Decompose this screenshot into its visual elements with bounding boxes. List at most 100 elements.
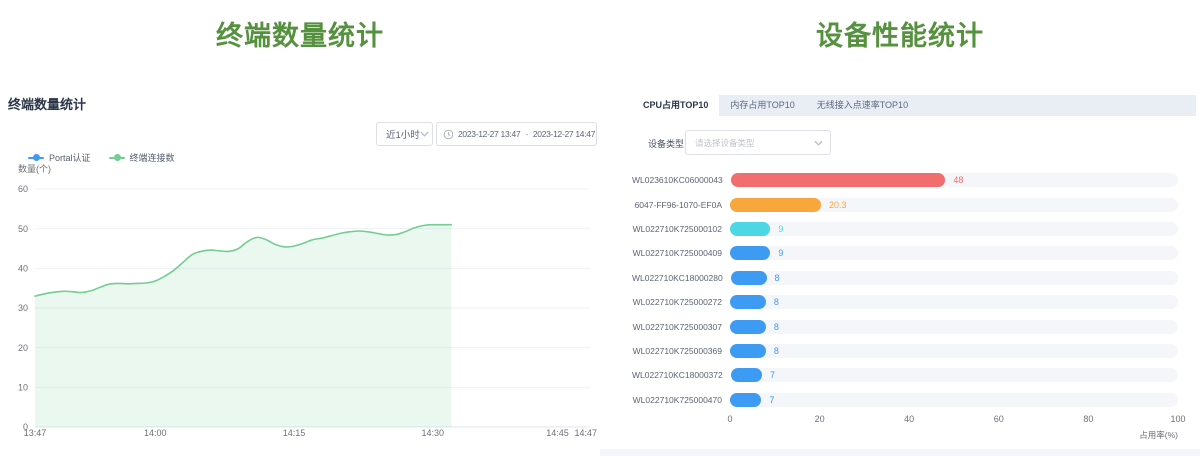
bar-category-label: WL022710K725000102	[632, 224, 730, 234]
chevron-down-icon	[420, 131, 429, 137]
bar-track: 8	[730, 295, 1178, 309]
bar-value-label: 9	[778, 248, 783, 258]
x-tick-label: 13:47	[24, 428, 47, 438]
clock-icon	[443, 129, 454, 140]
bar-row: WL022710K7250003698	[632, 339, 1178, 363]
bottom-strip	[600, 449, 1200, 456]
y-tick-label: 50	[18, 224, 28, 234]
bar-track: 9	[730, 222, 1178, 236]
bar-track: 9	[730, 246, 1178, 260]
terminal-section-title: 终端数量统计	[0, 14, 600, 53]
legend-dot-icon	[114, 154, 121, 161]
y-tick-label: 10	[18, 383, 28, 393]
legend-label: 终端连接数	[130, 151, 175, 164]
x-tick-label: 14:45	[546, 428, 569, 438]
bar-track: 8	[731, 271, 1178, 285]
bar[interactable]	[730, 320, 766, 334]
bar-value-label: 8	[774, 322, 779, 332]
bar-track: 7	[731, 368, 1178, 382]
terminal-stats-section: 终端数量统计 终端数量统计 近1小时 2023-12-27 13:47 - 20…	[0, 0, 600, 456]
bar-track: 48	[731, 173, 1178, 187]
bar-row: WL022710K725000102 9	[632, 217, 1178, 241]
x-tick-label: 60	[994, 414, 1004, 424]
terminal-line-chart: 010203040506013:4714:0014:1514:3014:4514…	[0, 170, 600, 456]
bar-category-label: WL022710K725000272	[632, 297, 730, 307]
bar-row: WL022710K725000470 7	[632, 388, 1178, 412]
date-separator: -	[525, 129, 528, 139]
x-tick-label: 14:47	[574, 428, 597, 438]
tab-cpu-top10[interactable]: CPU占用TOP10	[632, 95, 719, 116]
legend-label: Portal认证	[49, 151, 91, 164]
legend-marker-icon	[28, 157, 44, 159]
bar-value-label: 20.3	[829, 200, 847, 210]
performance-tabs: CPU占用TOP10内存占用TOP10无线接入点速率TOP10	[632, 95, 1196, 116]
bar-track: 8	[730, 344, 1178, 358]
bar-row: WL022710K725000307 8	[632, 314, 1178, 338]
date-start: 2023-12-27 13:47	[458, 129, 520, 139]
y-tick-label: 20	[18, 343, 28, 353]
bar[interactable]	[731, 271, 767, 285]
x-tick-label: 80	[1083, 414, 1093, 424]
bar-value-label: 9	[778, 224, 783, 234]
bar[interactable]	[730, 246, 770, 260]
bar-track: 20.3	[730, 198, 1178, 212]
device-type-select[interactable]: 请选择设备类型	[685, 130, 831, 155]
time-range-value: 近1小时	[386, 127, 420, 141]
bar-value-label: 7	[770, 370, 775, 380]
device-performance-section: 设备性能统计 CPU占用TOP10内存占用TOP10无线接入点速率TOP10 设…	[600, 0, 1200, 456]
x-tick-label: 14:30	[421, 428, 444, 438]
bar[interactable]	[730, 222, 770, 236]
device-type-label: 设备类型	[648, 137, 684, 150]
y-tick-label: 40	[18, 264, 28, 274]
x-tick-label: 100	[1170, 414, 1185, 424]
bar[interactable]	[731, 173, 946, 187]
bar-row: WL022710K725000409 9	[632, 241, 1178, 265]
x-axis-title: 占用率(%)	[600, 429, 1178, 441]
legend-marker-icon	[109, 157, 125, 159]
x-tick-label: 14:00	[144, 428, 167, 438]
date-end: 2023-12-27 14:47	[533, 129, 595, 139]
bar-row: 6047-FF96-1070-EF0A 20.3	[632, 192, 1178, 216]
x-tick-label: 40	[904, 414, 914, 424]
x-tick-label: 0	[727, 414, 732, 424]
series-area	[35, 225, 451, 427]
bar-category-label: WL022710KC18000372	[632, 370, 731, 380]
bar-value-label: 8	[774, 346, 779, 356]
chevron-down-icon	[814, 140, 823, 146]
bar[interactable]	[730, 393, 761, 407]
bar[interactable]	[730, 198, 821, 212]
bar-value-label: 7	[769, 395, 774, 405]
bar-row: WL023610KC06000043 48	[632, 168, 1178, 192]
bar[interactable]	[731, 368, 762, 382]
bar-category-label: WL023610KC06000043	[632, 175, 731, 185]
tab-memory-top10[interactable]: 内存占用TOP10	[719, 95, 805, 116]
bar-track: 7	[730, 393, 1178, 407]
bar[interactable]	[730, 344, 766, 358]
legend-dot-icon	[33, 154, 40, 161]
bar-track: 8	[730, 320, 1178, 334]
bar-category-label: WL022710K725000470	[632, 395, 730, 405]
dashboard-page: 终端数量统计 终端数量统计 近1小时 2023-12-27 13:47 - 20…	[0, 0, 1200, 456]
bar-category-label: WL022710KC18000280	[632, 273, 731, 283]
date-range-picker[interactable]: 2023-12-27 13:47 - 2023-12-27 14:47	[436, 122, 597, 146]
bar-value-label: 48	[953, 175, 963, 185]
terminal-panel-title: 终端数量统计	[8, 94, 86, 113]
bar-category-label: WL022710K725000409	[632, 248, 730, 258]
time-range-select[interactable]: 近1小时	[376, 122, 433, 146]
bar-category-label: 6047-FF96-1070-EF0A	[632, 200, 730, 210]
x-tick-label: 20	[815, 414, 825, 424]
legend-item[interactable]: 终端连接数	[109, 151, 175, 164]
cpu-top10-bar-chart: WL023610KC06000043 48 6047-FF96-1070-EF0A 2…	[632, 168, 1178, 412]
device-type-placeholder: 请选择设备类型	[695, 137, 755, 149]
bar-chart-x-axis: 0 20 40 60 80 100	[600, 414, 1200, 426]
bar-row: WL022710KC180002808	[632, 266, 1178, 290]
bar-value-label: 8	[774, 297, 779, 307]
x-tick-label: 14:15	[283, 428, 306, 438]
bar-category-label: WL022710K725000307	[632, 322, 730, 332]
tab-ap-rate-top10[interactable]: 无线接入点速率TOP10	[806, 95, 919, 116]
bar[interactable]	[730, 295, 766, 309]
y-tick-label: 60	[18, 184, 28, 194]
bar-row: WL022710KC18000372 7	[632, 363, 1178, 387]
y-tick-label: 30	[18, 303, 28, 313]
bar-row: WL022710K725000272 8	[632, 290, 1178, 314]
